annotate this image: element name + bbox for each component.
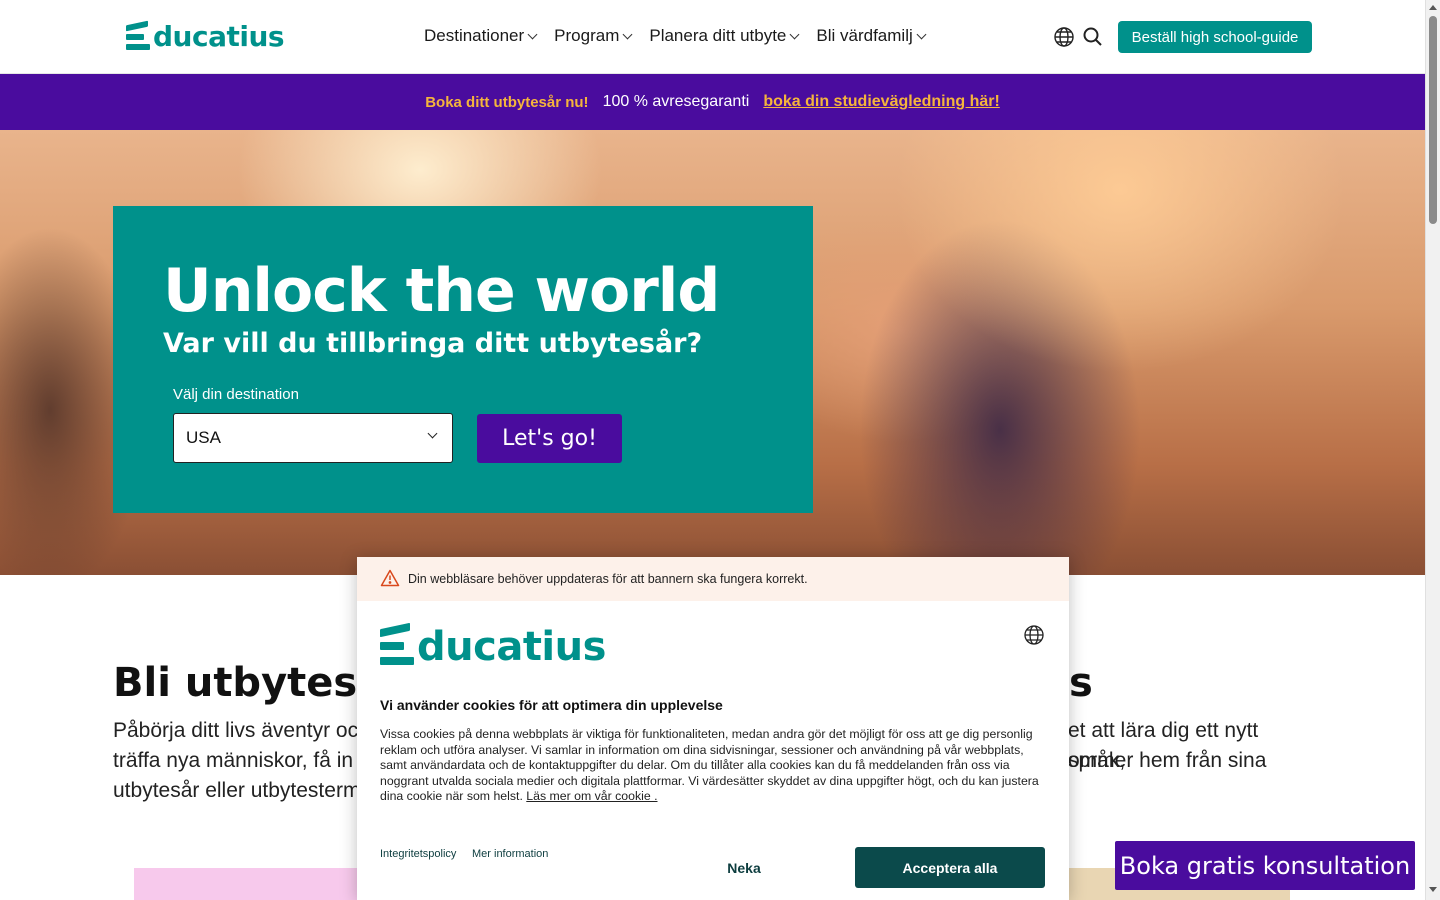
destination-select[interactable]: USA [173,413,453,463]
nav-label: Bli värdfamilj [816,26,913,45]
body-line: träffa nya människor, få in [113,749,354,772]
nav-item-destinationer[interactable]: Destinationer [424,26,538,46]
nav-item-planera[interactable]: Planera ditt utbyte [649,26,800,46]
logo-mark-icon [126,20,152,53]
search-icon[interactable] [1082,26,1104,48]
logo-text: ducatius [153,20,285,53]
decline-button[interactable]: Neka [679,847,809,888]
cookie-logo: ducatius [380,622,606,670]
scroll-thumb[interactable] [1429,16,1437,224]
chevron-down-icon [527,29,538,39]
warning-text: Din webbläsare behöver uppdateras för at… [408,572,808,586]
body-line: utbytesår eller utbytestermi [113,779,366,802]
promo-bar: Boka ditt utbytesår nu! 100 % avresegara… [0,74,1425,130]
destination-select-value: USA [186,428,221,447]
hero-title: Unlock the world [163,256,720,326]
page-scrollbar[interactable] [1425,0,1440,900]
lets-go-button[interactable]: Let's go! [477,414,622,463]
nav-label: Destinationer [424,26,525,45]
destination-label: Välj din destination [173,386,299,403]
chevron-down-icon [916,29,927,39]
hero-card: Unlock the world Var vill du tillbringa … [113,206,813,513]
browser-warning: Din webbläsare behöver uppdateras för at… [357,557,1069,601]
globe-icon[interactable] [1053,26,1075,48]
main-nav: Destinationer Program Planera ditt utbyt… [424,26,927,46]
logo-text: ducatius [417,624,606,670]
body-line: ommer hem från sina [1068,749,1267,772]
cookie-banner: Din webbläsare behöver uppdateras för at… [357,557,1069,900]
cookie-read-more-link[interactable]: Läs mer om vår cookie . [526,789,657,803]
promo-link[interactable]: boka din studievägledning här! [763,93,999,111]
warning-icon [380,569,400,590]
language-globe-icon[interactable] [1023,624,1045,646]
nav-label: Planera ditt utbyte [649,26,787,45]
hero-section: Unlock the world Var vill du tillbringa … [0,130,1425,575]
promo-bold-text: Boka ditt utbytesår nu! [425,93,589,111]
program-card[interactable] [134,868,374,900]
book-consultation-button[interactable]: Boka gratis konsultation [1115,841,1415,890]
cookie-heading: Vi använder cookies för att optimera din… [380,697,723,713]
hero-subtitle: Var vill du tillbringa ditt utbytesår? [163,328,703,359]
more-info-link[interactable]: Mer information [472,848,548,860]
site-header: ducatius Destinationer Program Planera d… [0,0,1425,74]
nav-item-vardfamilj[interactable]: Bli värdfamilj [816,26,927,46]
section-title-right: s [1069,660,1093,706]
chevron-down-icon [427,428,438,439]
body-line: Påbörja ditt livs äventyr och [113,719,370,742]
scroll-down-icon[interactable] [1429,887,1437,892]
nav-item-program[interactable]: Program [554,26,633,46]
scroll-up-icon[interactable] [1429,5,1437,10]
chevron-down-icon [789,29,800,39]
cookie-body-text: Vissa cookies på denna webbplats är vikt… [380,727,1039,803]
nav-label: Program [554,26,620,45]
logo-mark-icon [380,622,416,670]
accept-all-button[interactable]: Acceptera alla [855,847,1045,888]
educatius-logo[interactable]: ducatius [126,19,285,55]
promo-text: 100 % avresegaranti [602,93,750,110]
chevron-down-icon [622,29,633,39]
order-guide-button[interactable]: Beställ high school-guide [1118,21,1312,53]
privacy-policy-link[interactable]: Integritetspolicy [380,848,456,860]
cookie-body: Vissa cookies på denna webbplats är vikt… [380,727,1050,805]
